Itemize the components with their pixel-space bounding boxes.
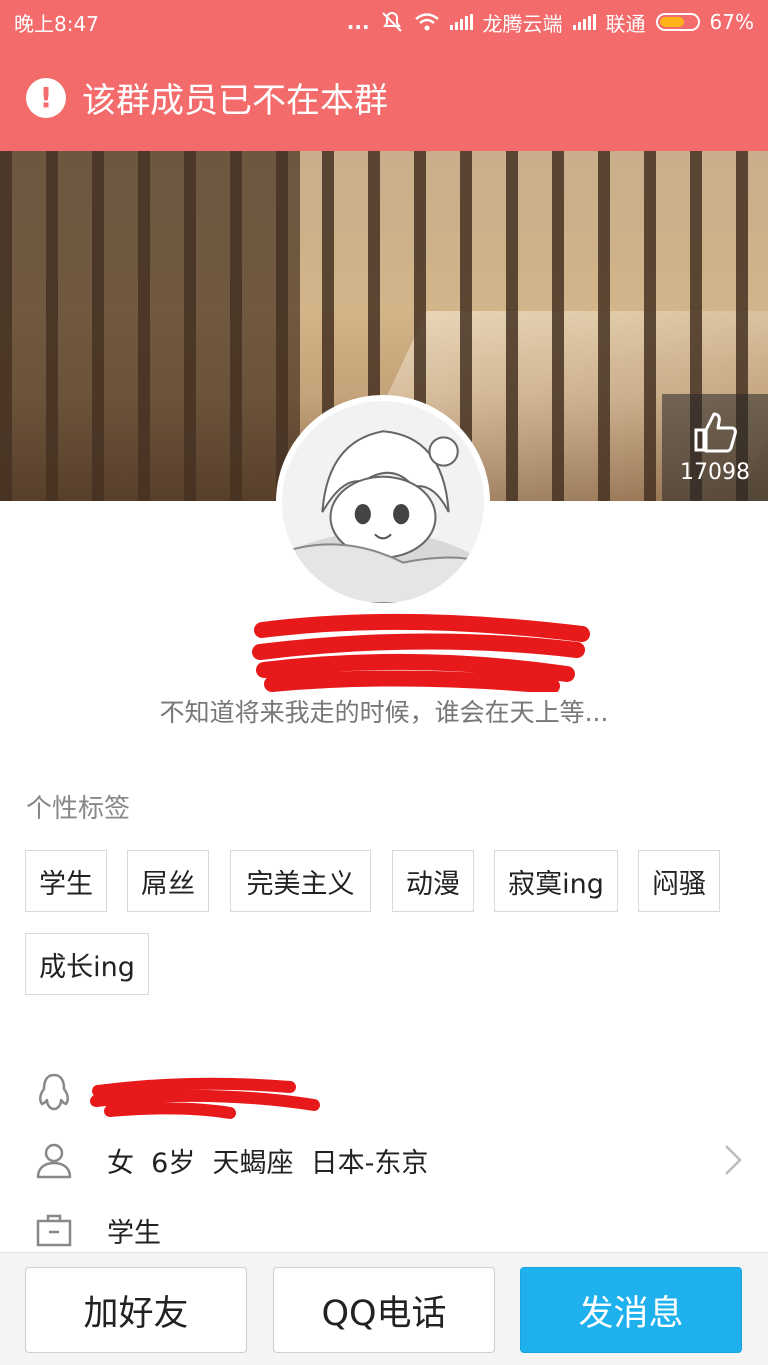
tags-section-title: 个性标签: [26, 794, 131, 824]
more-dots: ...: [346, 10, 370, 34]
occupation-text: 学生: [107, 1217, 161, 1249]
avatar-image: [282, 401, 484, 603]
signal-icon-2: [572, 14, 596, 30]
bottom-action-bar: 加好友 QQ电话 发消息: [0, 1252, 768, 1365]
tag-item[interactable]: 成长ing: [25, 933, 149, 995]
person-icon: [36, 1143, 72, 1179]
penguin-icon: [39, 1073, 69, 1111]
send-message-button[interactable]: 发消息: [520, 1267, 742, 1353]
mute-icon: [381, 11, 402, 32]
exclamation-icon: !: [26, 77, 66, 118]
carrier-1: 龙腾云端: [482, 11, 563, 36]
wifi-icon: [414, 13, 439, 31]
name-redaction: [252, 613, 590, 692]
qq-call-button[interactable]: QQ电话: [273, 1267, 495, 1353]
tag-item[interactable]: 完美主义: [230, 850, 371, 912]
profile-signature: 不知道将来我走的时候，谁会在天上等...: [159, 698, 609, 727]
alert-banner: ! 该群成员已不在本群: [0, 44, 768, 151]
basic-info-text: 女 6岁 天蝎座 日本-东京: [107, 1147, 429, 1179]
basic-info-row[interactable]: 女 6岁 天蝎座 日本-东京: [0, 1130, 768, 1190]
avatar[interactable]: [276, 395, 490, 609]
status-icons: ... 龙腾云端 联通 67%: [347, 8, 754, 37]
occupation-row: 学生: [0, 1200, 768, 1260]
tag-item[interactable]: 学生: [25, 850, 107, 912]
battery-percent: 67%: [709, 10, 754, 34]
briefcase-icon: [36, 1214, 72, 1247]
like-button[interactable]: 17098: [662, 394, 768, 501]
status-time: 晚上8:47: [14, 11, 99, 36]
add-friend-button[interactable]: 加好友: [25, 1267, 247, 1353]
qq-number-redaction: [90, 1077, 320, 1119]
carrier-2: 联通: [605, 11, 646, 36]
thumbs-up-icon: [694, 412, 737, 453]
chevron-right-icon: [725, 1145, 742, 1175]
status-bar: 晚上8:47 ... 龙腾云端 联通 67%: [0, 0, 768, 44]
tag-item[interactable]: 闷骚: [638, 850, 720, 912]
battery-icon: [655, 13, 700, 31]
tag-item[interactable]: 动漫: [392, 850, 474, 912]
tag-item[interactable]: 屌丝: [127, 850, 209, 912]
signal-icon: [449, 14, 473, 30]
tag-item[interactable]: 寂寞ing: [494, 850, 618, 912]
alert-text: 该群成员已不在本群: [82, 81, 388, 121]
like-count: 17098: [680, 460, 750, 485]
